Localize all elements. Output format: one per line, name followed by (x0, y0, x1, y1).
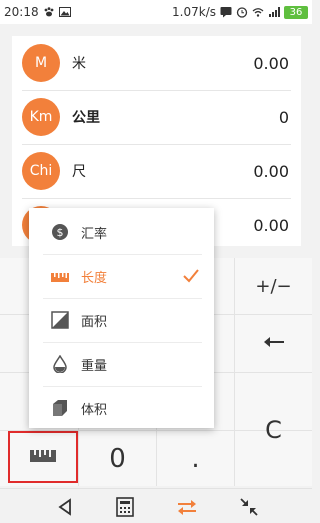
zero-key[interactable]: 0 (79, 431, 156, 486)
backspace-key[interactable] (235, 315, 312, 372)
ruler-icon (30, 447, 56, 467)
calculator-button[interactable] (112, 494, 138, 520)
alarm-icon (236, 6, 248, 18)
swap-arrows-icon (176, 496, 198, 518)
unit-badge: Km (22, 98, 60, 136)
cube-icon (51, 399, 69, 417)
unit-name: 公里 (72, 110, 100, 126)
menu-item-label: 体积 (81, 402, 108, 418)
sign-toggle-key[interactable]: +/− (235, 258, 312, 314)
checkmark-icon (182, 267, 200, 285)
back-button[interactable] (52, 494, 78, 520)
menu-item-exchange-rate[interactable]: $ 汇率 (29, 210, 214, 254)
unit-value: 0.00 (253, 53, 289, 73)
dollar-icon: $ (51, 223, 69, 241)
unit-name: 尺 (72, 164, 86, 180)
message-icon (220, 6, 232, 18)
svg-text:$: $ (57, 226, 64, 239)
unit-type-key[interactable] (8, 431, 78, 483)
unit-badge: M (22, 44, 60, 82)
status-time: 20:18 (4, 5, 39, 19)
menu-item-label: 汇率 (81, 226, 108, 242)
collapse-button[interactable] (236, 494, 262, 520)
calculator-icon (114, 496, 136, 518)
arrow-left-icon (262, 334, 286, 353)
category-menu: $ 汇率 长度 面积 重量 体积 (29, 208, 214, 428)
unit-row-chi[interactable]: Chi 尺 0.00 (12, 144, 301, 198)
wifi-icon (252, 6, 264, 18)
menu-item-label: 重量 (81, 358, 108, 374)
back-triangle-icon (54, 496, 76, 518)
image-icon (58, 6, 71, 18)
bottom-nav (0, 488, 312, 523)
converter-button[interactable] (174, 494, 200, 520)
clear-key[interactable]: C (235, 373, 312, 486)
menu-item-weight[interactable]: 重量 (29, 342, 214, 386)
decimal-key[interactable]: . (157, 431, 234, 486)
paw-icon (43, 6, 55, 18)
collapse-arrows-icon (238, 496, 260, 518)
signal-icon (268, 6, 280, 18)
ruler-icon (51, 267, 69, 285)
menu-item-area[interactable]: 面积 (29, 298, 214, 342)
network-speed: 1.07k/s (172, 5, 216, 19)
battery-icon: 36 (284, 5, 308, 19)
menu-item-label: 面积 (81, 314, 108, 330)
status-bar: 20:18 1.07k/s 36 (0, 0, 312, 24)
unit-value: 0.00 (253, 161, 289, 181)
weight-drop-icon (51, 355, 69, 373)
unit-value: 0 (278, 107, 289, 127)
menu-item-volume[interactable]: 体积 (29, 386, 214, 430)
unit-row-meter[interactable]: M 米 0.00 (12, 36, 301, 90)
menu-item-length[interactable]: 长度 (29, 254, 214, 298)
menu-item-label: 长度 (81, 270, 108, 286)
unit-badge: Chi (22, 152, 60, 190)
area-icon (51, 311, 69, 329)
unit-name: 米 (72, 56, 86, 72)
unit-row-kilometer[interactable]: Km 公里 0 (12, 90, 301, 144)
unit-value: 0.00 (253, 215, 289, 235)
